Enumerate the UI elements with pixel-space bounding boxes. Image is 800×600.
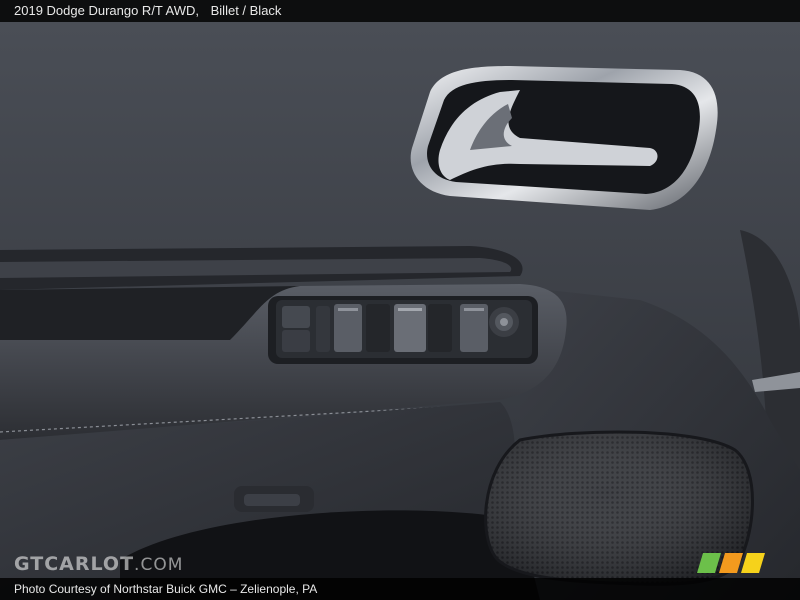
site-watermark: GTCARLOT.COM <box>14 553 183 575</box>
logo-stripes-icon <box>697 553 765 573</box>
photo-stage: 2019 Dodge Durango R/T AWD, Billet / Bla… <box>0 0 800 600</box>
photo-credit: Photo Courtesy of Northstar Buick GMC – … <box>14 582 318 596</box>
title-bar: 2019 Dodge Durango R/T AWD, Billet / Bla… <box>0 0 800 22</box>
watermark-brand: GTCARLOT <box>14 553 135 575</box>
door-panel-photo <box>0 0 800 600</box>
vehicle-title: 2019 Dodge Durango R/T AWD, <box>14 3 199 18</box>
trim-label: Billet / Black <box>210 3 282 18</box>
photo-credit-bar: Photo Courtesy of Northstar Buick GMC – … <box>0 578 800 600</box>
watermark-domain: .COM <box>134 555 184 575</box>
